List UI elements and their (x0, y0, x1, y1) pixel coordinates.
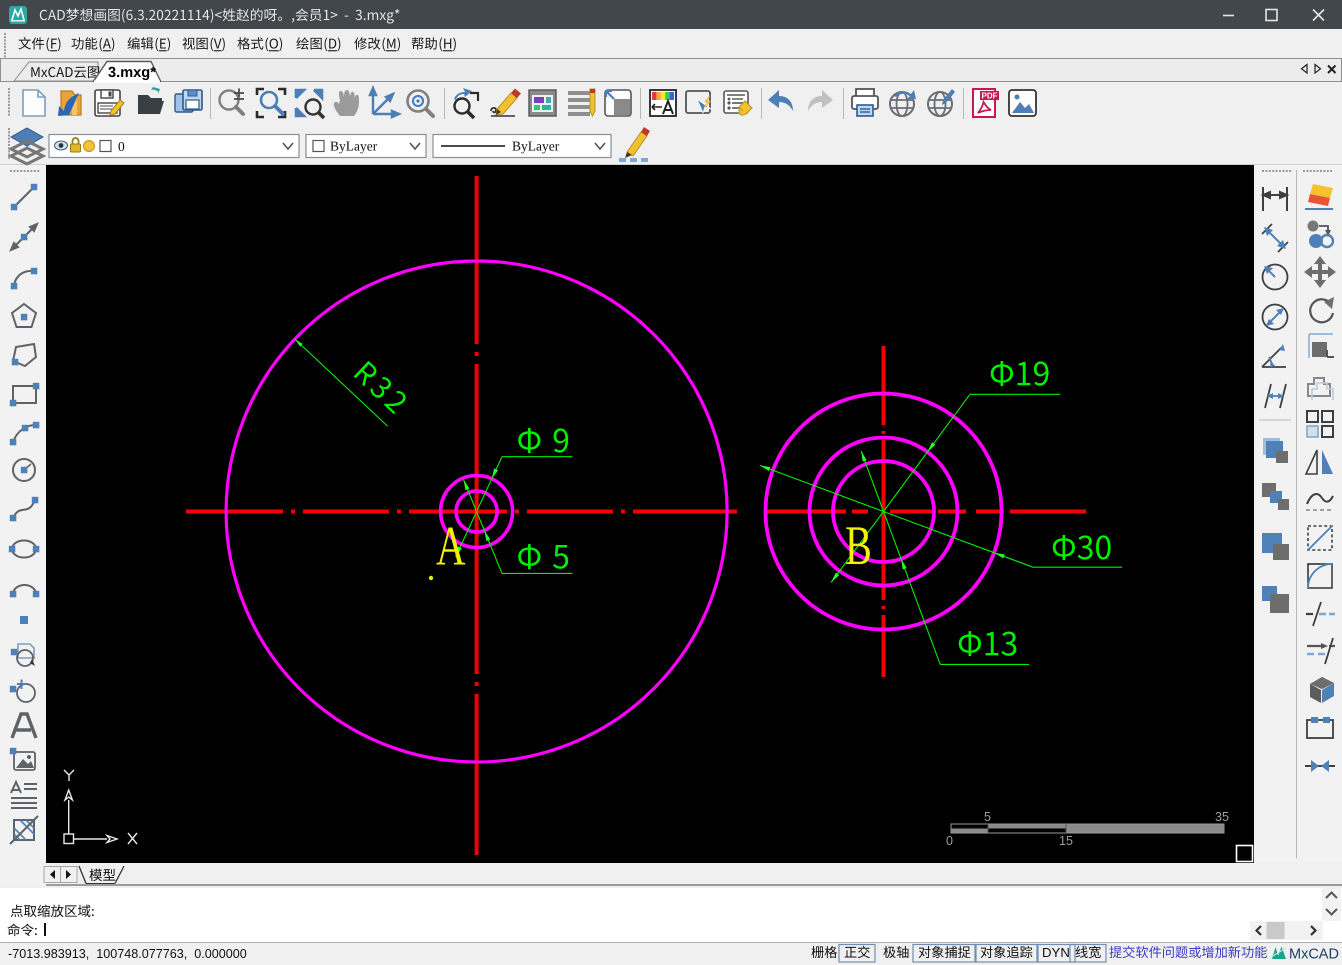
svg-text:0: 0 (946, 834, 953, 848)
svg-text:15: 15 (1059, 834, 1073, 848)
svg-text:5: 5 (984, 810, 991, 824)
svg-text:-7013.983913, 100748.077763,: -7013.983913, 100748.077763, 0.000000 (8, 947, 247, 961)
svg-text:DYN: DYN (1042, 945, 1070, 960)
svg-text:PDF: PDF (982, 92, 998, 101)
svg-text:MxCAD: MxCAD (1289, 947, 1339, 963)
svg-text:35: 35 (1215, 810, 1229, 824)
